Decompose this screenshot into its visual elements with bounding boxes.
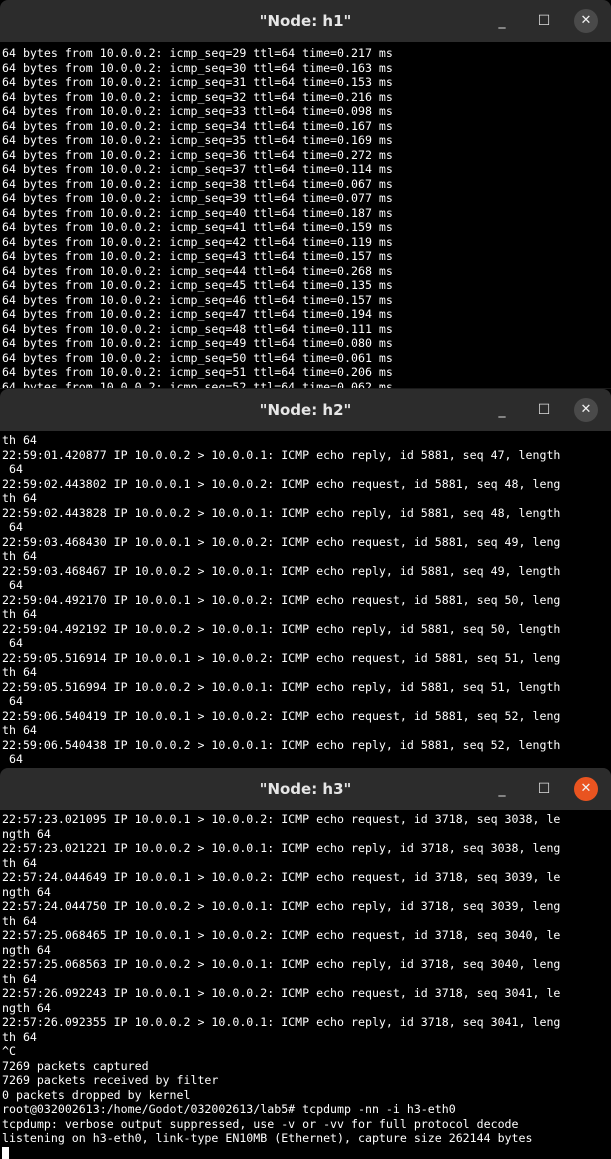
terminal-line: 22:59:05.516994 IP 10.0.0.2 > 10.0.0.1: … (2, 679, 561, 694)
terminal-line: 64 (2, 636, 23, 650)
terminal-line: 64 bytes from 10.0.0.2: icmp_seq=35 ttl=… (2, 133, 393, 147)
close-icon[interactable]: ✕ (574, 398, 598, 422)
terminal-output[interactable]: 22:57:23.021095 IP 10.0.0.1 > 10.0.0.2: … (0, 810, 611, 1159)
terminal-line: th 64 (2, 1029, 37, 1044)
terminal-line: 7269 packets received by filter (2, 1073, 219, 1087)
terminal-window-h2[interactable]: "Node: h2" _ ☐ ✕ th 64 22:59:01.420877 IP… (0, 388, 611, 771)
terminal-line: th 64 (2, 607, 37, 621)
terminal-line: ngth 64 (2, 1000, 51, 1015)
window-title: "Node: h2" (259, 401, 352, 419)
terminal-line: 64 bytes from 10.0.0.2: icmp_seq=34 ttl=… (2, 118, 393, 133)
terminal-line: 64 (2, 578, 23, 592)
window-title: "Node: h1" (259, 12, 352, 30)
terminal-line: th 64 (2, 433, 37, 447)
terminal-line: 64 bytes from 10.0.0.2: icmp_seq=33 ttl=… (2, 104, 393, 118)
terminal-line: th 64 (2, 855, 37, 870)
terminal-line: ngth 64 (2, 826, 51, 841)
terminal-line: 22:57:23.021095 IP 10.0.0.1 > 10.0.0.2: … (2, 812, 561, 826)
terminal-line: 22:57:24.044750 IP 10.0.0.2 > 10.0.0.1: … (2, 899, 561, 913)
terminal-cursor (2, 1146, 9, 1159)
terminal-window-h3[interactable]: "Node: h3" _ ☐ ✕ 22:57:23.021095 IP 10.0… (0, 768, 611, 1159)
terminal-line: 64 bytes from 10.0.0.2: icmp_seq=48 ttl=… (2, 321, 393, 336)
terminal-line: 22:57:26.092243 IP 10.0.0.1 > 10.0.0.2: … (2, 986, 561, 1000)
terminal-line: 0 packets dropped by kernel (2, 1087, 191, 1102)
terminal-line: 22:59:06.540438 IP 10.0.0.2 > 10.0.0.1: … (2, 737, 561, 752)
terminal-line: tcpdump: verbose output suppressed, use … (2, 1116, 519, 1131)
terminal-line: 64 bytes from 10.0.0.2: icmp_seq=30 ttl=… (2, 60, 393, 75)
close-icon[interactable]: ✕ (574, 9, 598, 33)
terminal-line: 64 bytes from 10.0.0.2: icmp_seq=50 ttl=… (2, 350, 393, 365)
terminal-line: th 64 (2, 971, 37, 986)
terminal-line: 64 bytes from 10.0.0.2: icmp_seq=32 ttl=… (2, 89, 393, 104)
terminal-line: 22:57:26.092355 IP 10.0.0.2 > 10.0.0.1: … (2, 1015, 561, 1029)
window-title: "Node: h3" (259, 780, 352, 798)
terminal-line: 22:57:25.068465 IP 10.0.0.1 > 10.0.0.2: … (2, 928, 561, 942)
terminal-line: 64 bytes from 10.0.0.2: icmp_seq=36 ttl=… (2, 147, 393, 162)
terminal-line: 64 bytes from 10.0.0.2: icmp_seq=31 ttl=… (2, 75, 393, 89)
terminal-output[interactable]: th 64 22:59:01.420877 IP 10.0.0.2 > 10.0.… (0, 431, 611, 769)
terminal-line: th 64 (2, 723, 37, 737)
terminal-line: 64 bytes from 10.0.0.2: icmp_seq=47 ttl=… (2, 307, 393, 321)
terminal-line: th 64 (2, 549, 37, 563)
terminal-line: ngth 64 (2, 884, 51, 899)
terminal-line: 22:57:25.068563 IP 10.0.0.2 > 10.0.0.1: … (2, 957, 561, 971)
terminal-line: 22:59:02.443828 IP 10.0.0.2 > 10.0.0.1: … (2, 505, 561, 520)
terminal-line: ^C (2, 1044, 16, 1058)
terminal-line: 7269 packets captured (2, 1058, 149, 1073)
terminal-line: 22:59:03.468430 IP 10.0.0.1 > 10.0.0.2: … (2, 534, 561, 549)
terminal-line: 64 bytes from 10.0.0.2: icmp_seq=42 ttl=… (2, 234, 393, 249)
terminal-line: 64 bytes from 10.0.0.2: icmp_seq=43 ttl=… (2, 249, 393, 263)
maximize-icon[interactable]: ☐ (532, 9, 556, 33)
terminal-line: th 64 (2, 665, 37, 679)
minimize-icon[interactable]: _ (490, 398, 514, 422)
terminal-line: listening on h3-eth0, link-type EN10MB (… (2, 1131, 533, 1145)
terminal-line: 64 bytes from 10.0.0.2: icmp_seq=38 ttl=… (2, 176, 393, 191)
terminal-line: 64 bytes from 10.0.0.2: icmp_seq=49 ttl=… (2, 336, 393, 350)
terminal-line: 64 (2, 752, 23, 766)
terminal-line: 22:57:23.021221 IP 10.0.0.2 > 10.0.0.1: … (2, 841, 561, 855)
terminal-line: 22:59:04.492192 IP 10.0.0.2 > 10.0.0.1: … (2, 621, 561, 636)
terminal-line: 22:59:03.468467 IP 10.0.0.2 > 10.0.0.1: … (2, 563, 561, 578)
terminal-line: th 64 (2, 913, 37, 928)
terminal-output[interactable]: 64 bytes from 10.0.0.2: icmp_seq=29 ttl=… (0, 42, 611, 391)
terminal-line: 64 bytes from 10.0.0.2: icmp_seq=39 ttl=… (2, 191, 393, 205)
terminal-line: 22:59:01.420877 IP 10.0.0.2 > 10.0.0.1: … (2, 447, 561, 462)
terminal-line: 64 bytes from 10.0.0.2: icmp_seq=51 ttl=… (2, 365, 393, 379)
terminal-line: th 64 (2, 491, 37, 505)
terminal-line: 64 bytes from 10.0.0.2: icmp_seq=46 ttl=… (2, 292, 393, 307)
terminal-line: 64 bytes from 10.0.0.2: icmp_seq=29 ttl=… (2, 46, 393, 60)
minimize-icon[interactable]: _ (490, 777, 514, 801)
terminal-line: 64 bytes from 10.0.0.2: icmp_seq=40 ttl=… (2, 205, 393, 220)
terminal-line: 22:59:02.443802 IP 10.0.0.1 > 10.0.0.2: … (2, 476, 561, 491)
terminal-line: 22:57:24.044649 IP 10.0.0.1 > 10.0.0.2: … (2, 870, 561, 884)
terminal-line: 64 (2, 694, 23, 708)
maximize-icon[interactable]: ☐ (532, 398, 556, 422)
title-bar[interactable]: "Node: h3" _ ☐ ✕ (0, 768, 611, 810)
terminal-line: root@032002613:/home/Godot/032002613/lab… (2, 1102, 456, 1116)
terminal-line: 64 bytes from 10.0.0.2: icmp_seq=41 ttl=… (2, 220, 393, 234)
terminal-line: 22:59:04.492170 IP 10.0.0.1 > 10.0.0.2: … (2, 592, 561, 607)
terminal-line: 22:59:05.516914 IP 10.0.0.1 > 10.0.0.2: … (2, 650, 561, 665)
terminal-line: 64 bytes from 10.0.0.2: icmp_seq=37 ttl=… (2, 162, 393, 176)
close-icon[interactable]: ✕ (574, 777, 598, 801)
maximize-icon[interactable]: ☐ (532, 777, 556, 801)
terminal-line: 64 bytes from 10.0.0.2: icmp_seq=44 ttl=… (2, 263, 393, 278)
terminal-line: ngth 64 (2, 942, 51, 957)
title-bar[interactable]: "Node: h1" _ ☐ ✕ (0, 0, 611, 42)
terminal-line: 64 (2, 520, 23, 534)
terminal-line: 64 bytes from 10.0.0.2: icmp_seq=45 ttl=… (2, 278, 393, 292)
terminal-line: 22:59:06.540419 IP 10.0.0.1 > 10.0.0.2: … (2, 708, 561, 723)
terminal-window-h1[interactable]: "Node: h1" _ ☐ ✕ 64 bytes from 10.0.0.2:… (0, 0, 611, 395)
terminal-line (2, 1146, 609, 1159)
minimize-icon[interactable]: _ (490, 9, 514, 33)
title-bar[interactable]: "Node: h2" _ ☐ ✕ (0, 389, 611, 431)
terminal-line: 64 (2, 462, 23, 476)
